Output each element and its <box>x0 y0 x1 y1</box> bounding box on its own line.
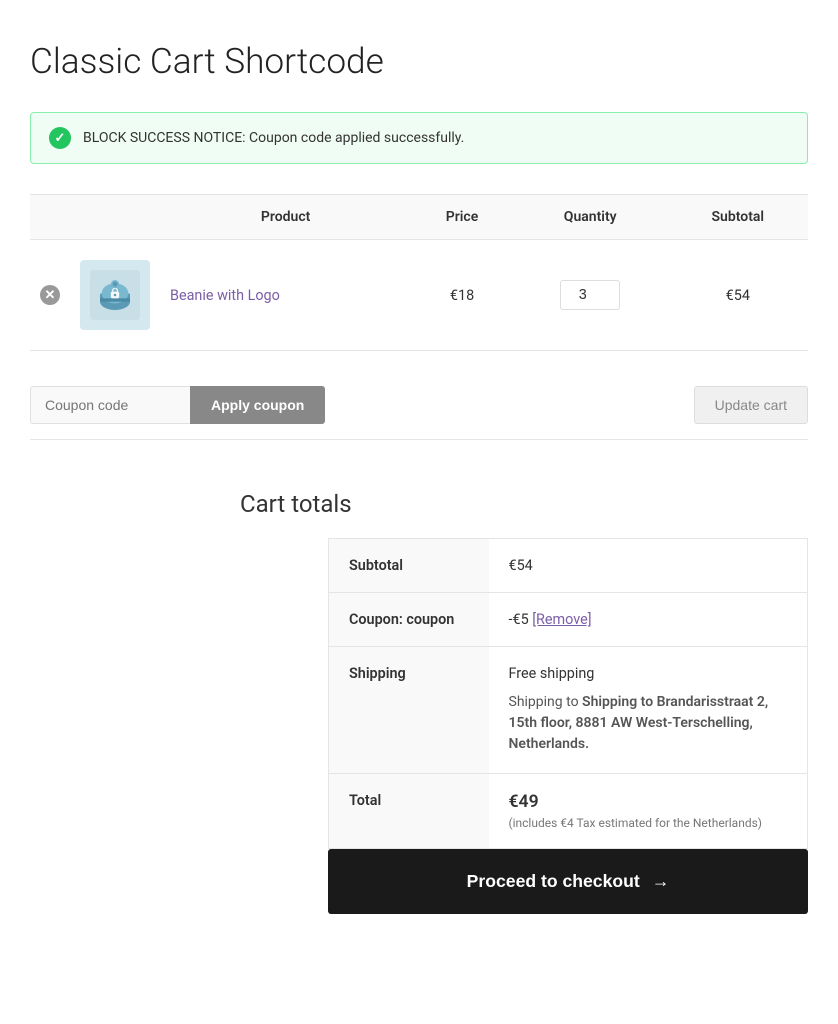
totals-shipping-row: Shipping Free shipping Shipping to Shipp… <box>329 647 808 774</box>
table-row: ✕ <box>30 240 808 351</box>
product-price: €18 <box>411 240 513 351</box>
shipping-method: Free shipping <box>509 665 788 682</box>
col-price-header: Price <box>411 195 513 240</box>
total-value-cell: €49 (includes €4 Tax estimated for the N… <box>489 774 808 849</box>
cart-table: Product Price Quantity Subtotal ✕ <box>30 194 808 351</box>
coupon-section: Apply coupon <box>30 386 325 424</box>
shipping-address: Shipping to Shipping to Brandarisstraat … <box>509 692 788 755</box>
cart-totals-title: Cart totals <box>240 490 352 518</box>
cart-totals-section: Cart totals Subtotal €54 Coupon: coupon … <box>30 490 808 914</box>
product-subtotal: €54 <box>668 240 808 351</box>
col-image <box>70 195 160 240</box>
col-quantity-header: Quantity <box>513 195 668 240</box>
product-name-link[interactable]: Beanie with Logo <box>170 287 280 304</box>
product-thumbnail <box>80 260 150 330</box>
product-image <box>90 270 140 320</box>
success-notice: BLOCK SUCCESS NOTICE: Coupon code applie… <box>30 112 808 164</box>
shipping-label: Shipping <box>329 647 489 774</box>
totals-total-row: Total €49 (includes €4 Tax estimated for… <box>329 774 808 849</box>
update-cart-button[interactable]: Update cart <box>694 386 808 424</box>
shipping-value: Free shipping Shipping to Shipping to Br… <box>489 647 808 774</box>
remove-item-button[interactable]: ✕ <box>40 285 60 305</box>
subtotal-value: €54 <box>489 539 808 593</box>
remove-icon: ✕ <box>40 285 60 305</box>
coupon-input[interactable] <box>30 386 190 424</box>
remove-coupon-link[interactable]: [Remove] <box>532 611 591 628</box>
shipping-address-bold: Shipping to Brandarisstraat 2, 15th floo… <box>509 694 769 752</box>
col-remove <box>30 195 70 240</box>
total-amount: €49 <box>509 792 788 812</box>
apply-coupon-button[interactable]: Apply coupon <box>190 386 325 424</box>
page-title: Classic Cart Shortcode <box>30 40 808 82</box>
coupon-discount: -€5 <box>509 611 529 628</box>
coupon-label: Coupon: coupon <box>329 593 489 647</box>
success-icon <box>49 127 71 149</box>
quantity-input[interactable] <box>560 280 620 310</box>
checkout-arrow: → <box>652 871 670 892</box>
totals-subtotal-row: Subtotal €54 <box>329 539 808 593</box>
totals-coupon-row: Coupon: coupon -€5 [Remove] <box>329 593 808 647</box>
coupon-row: Apply coupon Update cart <box>30 371 808 440</box>
notice-text: BLOCK SUCCESS NOTICE: Coupon code applie… <box>83 130 464 146</box>
coupon-value: -€5 [Remove] <box>489 593 808 647</box>
totals-table: Subtotal €54 Coupon: coupon -€5 [Remove]… <box>328 538 808 849</box>
checkout-button[interactable]: Proceed to checkout → <box>328 849 808 914</box>
checkout-label: Proceed to checkout <box>467 871 640 892</box>
col-product-header: Product <box>160 195 411 240</box>
total-label: Total <box>329 774 489 849</box>
col-subtotal-header: Subtotal <box>668 195 808 240</box>
subtotal-label: Subtotal <box>329 539 489 593</box>
tax-note: (includes €4 Tax estimated for the Nethe… <box>509 816 788 830</box>
